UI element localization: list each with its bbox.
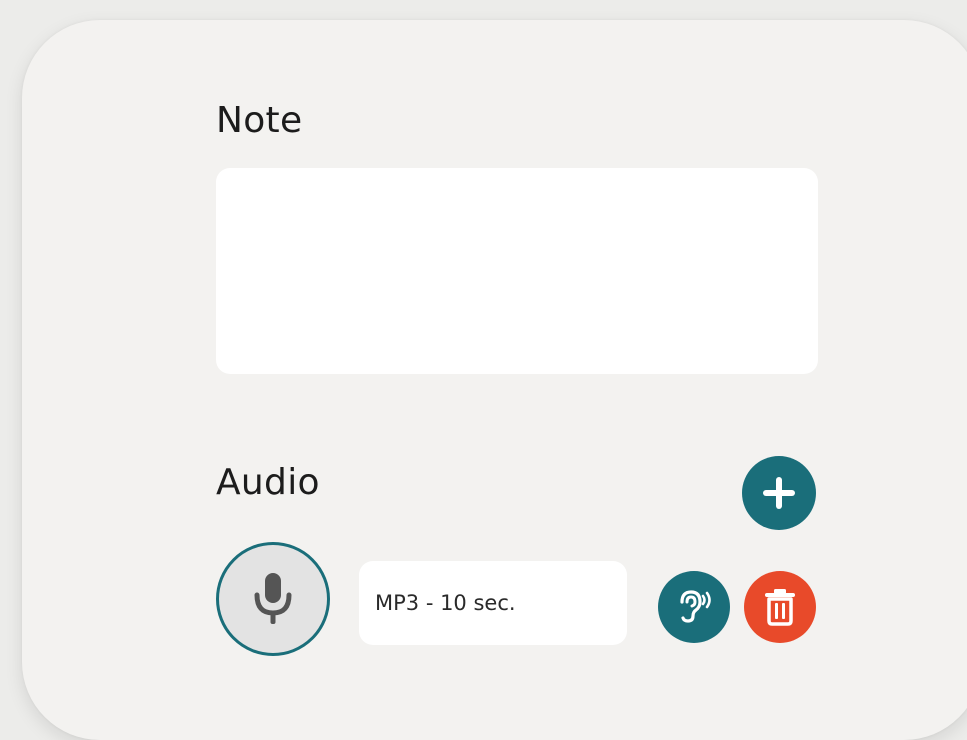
add-audio-button[interactable] — [742, 456, 816, 530]
record-audio-button[interactable] — [216, 542, 330, 656]
audio-file-label: MP3 - 10 sec. — [375, 591, 516, 615]
note-heading: Note — [216, 100, 303, 141]
audio-heading: Audio — [216, 462, 320, 503]
note-textarea[interactable] — [216, 168, 818, 374]
listen-audio-button[interactable] — [658, 571, 730, 643]
plus-icon — [763, 477, 795, 509]
note-audio-card: Note Audio MP3 - 10 sec. — [22, 20, 967, 740]
ear-listen-icon — [680, 590, 711, 623]
microphone-icon — [254, 573, 292, 624]
trash-icon — [765, 589, 795, 626]
delete-audio-button[interactable] — [744, 571, 816, 643]
audio-file-item[interactable]: MP3 - 10 sec. — [359, 561, 627, 645]
